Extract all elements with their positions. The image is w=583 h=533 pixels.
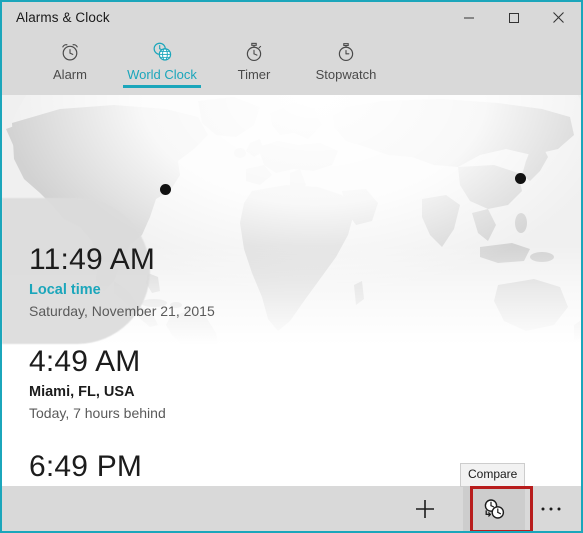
clock-subtitle: Saturday, November 21, 2015 [29,303,215,319]
app-bar [2,486,581,531]
two-clocks-icon [484,498,505,519]
maximize-button[interactable] [491,2,536,33]
tab-underline-alarm [31,85,109,88]
maximize-icon [508,12,519,23]
tab-alarm[interactable]: Alarm [24,33,116,95]
tab-label-alarm: Alarm [53,67,87,82]
tab-underline-timer [215,85,293,88]
alarm-clock-icon [59,40,81,64]
tab-world-clock[interactable]: World Clock [116,33,208,95]
tab-strip: Alarm World Clock Timer Stopwatch [2,33,581,95]
ellipsis-icon [541,507,561,510]
add-clock-button[interactable] [399,486,451,531]
clock-time: 11:49 AM [29,243,156,276]
see-more-button[interactable] [525,486,577,531]
tab-timer[interactable]: Timer [208,33,300,95]
tab-underline-world-clock [123,85,201,88]
clock-name: Miami, FL, USA [29,384,135,400]
title-bar: Alarms & Clock [2,2,581,33]
tab-underline-stopwatch [307,85,385,88]
tab-label-stopwatch: Stopwatch [315,67,377,82]
window-title: Alarms & Clock [16,10,110,25]
clock-subtitle: Today, 7 hours behind [29,405,166,421]
compare-button[interactable] [463,486,525,531]
tab-label-world-clock: World Clock [127,67,197,82]
alarms-and-clock-window: Alarms & Clock Alarm World Clock Timer S… [0,0,583,533]
minimize-button[interactable] [446,2,491,33]
clock-time: 6:49 PM [29,450,143,483]
clock-entry-miami[interactable]: 4:49 AM Miami, FL, USA Today, 7 hours be… [29,343,449,424]
tab-label-timer: Timer [237,67,271,82]
compare-tooltip: Compare [460,463,526,487]
clock-time: 4:49 AM [29,345,141,378]
timer-icon [243,40,265,64]
plus-icon [416,499,434,518]
clock-name: Local time [29,282,101,298]
clock-entry-local[interactable]: 11:49 AM Local time Saturday, November 2… [29,241,449,322]
close-button[interactable] [536,2,581,33]
stopwatch-icon [335,40,357,64]
world-clock-icon [150,40,174,64]
close-icon [553,12,564,23]
tab-stopwatch[interactable]: Stopwatch [300,33,392,95]
clock-list: 11:49 AM Local time Saturday, November 2… [2,95,581,485]
minimize-icon [463,17,474,18]
clock-entry-third[interactable]: 6:49 PM [29,448,449,486]
window-controls [446,2,581,33]
